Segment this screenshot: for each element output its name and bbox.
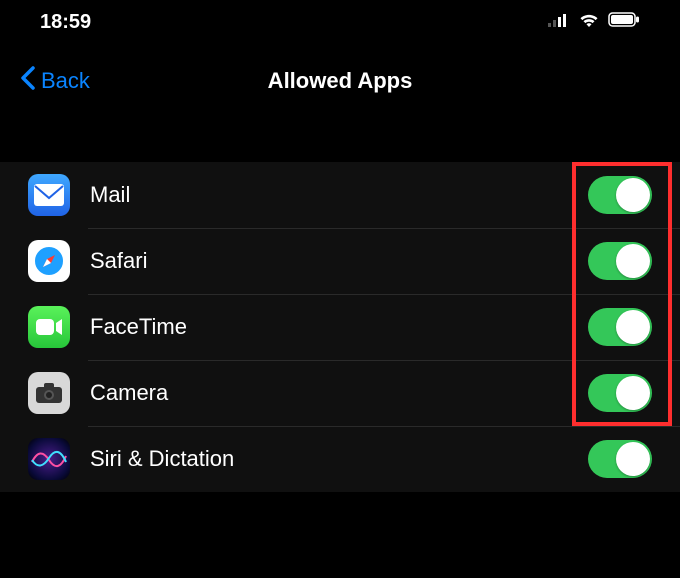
mail-icon bbox=[28, 174, 70, 216]
status-time: 18:59 bbox=[40, 11, 91, 34]
allowed-apps-list: Mail Safari FaceTime bbox=[0, 162, 680, 492]
camera-icon bbox=[28, 372, 70, 414]
list-item-siri: Siri & Dictation bbox=[0, 426, 680, 492]
toggle-camera[interactable] bbox=[588, 374, 652, 412]
toggle-siri[interactable] bbox=[588, 440, 652, 478]
back-label: Back bbox=[41, 68, 90, 94]
section-gap bbox=[0, 108, 680, 162]
toggle-mail[interactable] bbox=[588, 176, 652, 214]
list-item-mail: Mail bbox=[0, 162, 680, 228]
app-label: Mail bbox=[90, 182, 588, 208]
list-item-safari: Safari bbox=[0, 228, 680, 294]
back-button[interactable]: Back bbox=[20, 66, 90, 96]
list-item-facetime: FaceTime bbox=[0, 294, 680, 360]
app-label: FaceTime bbox=[90, 314, 588, 340]
chevron-left-icon bbox=[20, 66, 35, 96]
app-label: Siri & Dictation bbox=[90, 446, 588, 472]
wifi-icon bbox=[578, 12, 600, 33]
app-label: Safari bbox=[90, 248, 588, 274]
app-label: Camera bbox=[90, 380, 588, 406]
battery-icon bbox=[608, 12, 640, 32]
cellular-icon bbox=[548, 13, 570, 32]
toggle-safari[interactable] bbox=[588, 242, 652, 280]
navigation-bar: Back Allowed Apps bbox=[0, 54, 680, 108]
toggle-facetime[interactable] bbox=[588, 308, 652, 346]
safari-icon bbox=[28, 240, 70, 282]
status-icons bbox=[548, 12, 640, 33]
siri-icon bbox=[28, 438, 70, 480]
facetime-icon bbox=[28, 306, 70, 348]
list-item-camera: Camera bbox=[0, 360, 680, 426]
status-bar: 18:59 bbox=[0, 0, 680, 44]
page-title: Allowed Apps bbox=[268, 68, 413, 94]
